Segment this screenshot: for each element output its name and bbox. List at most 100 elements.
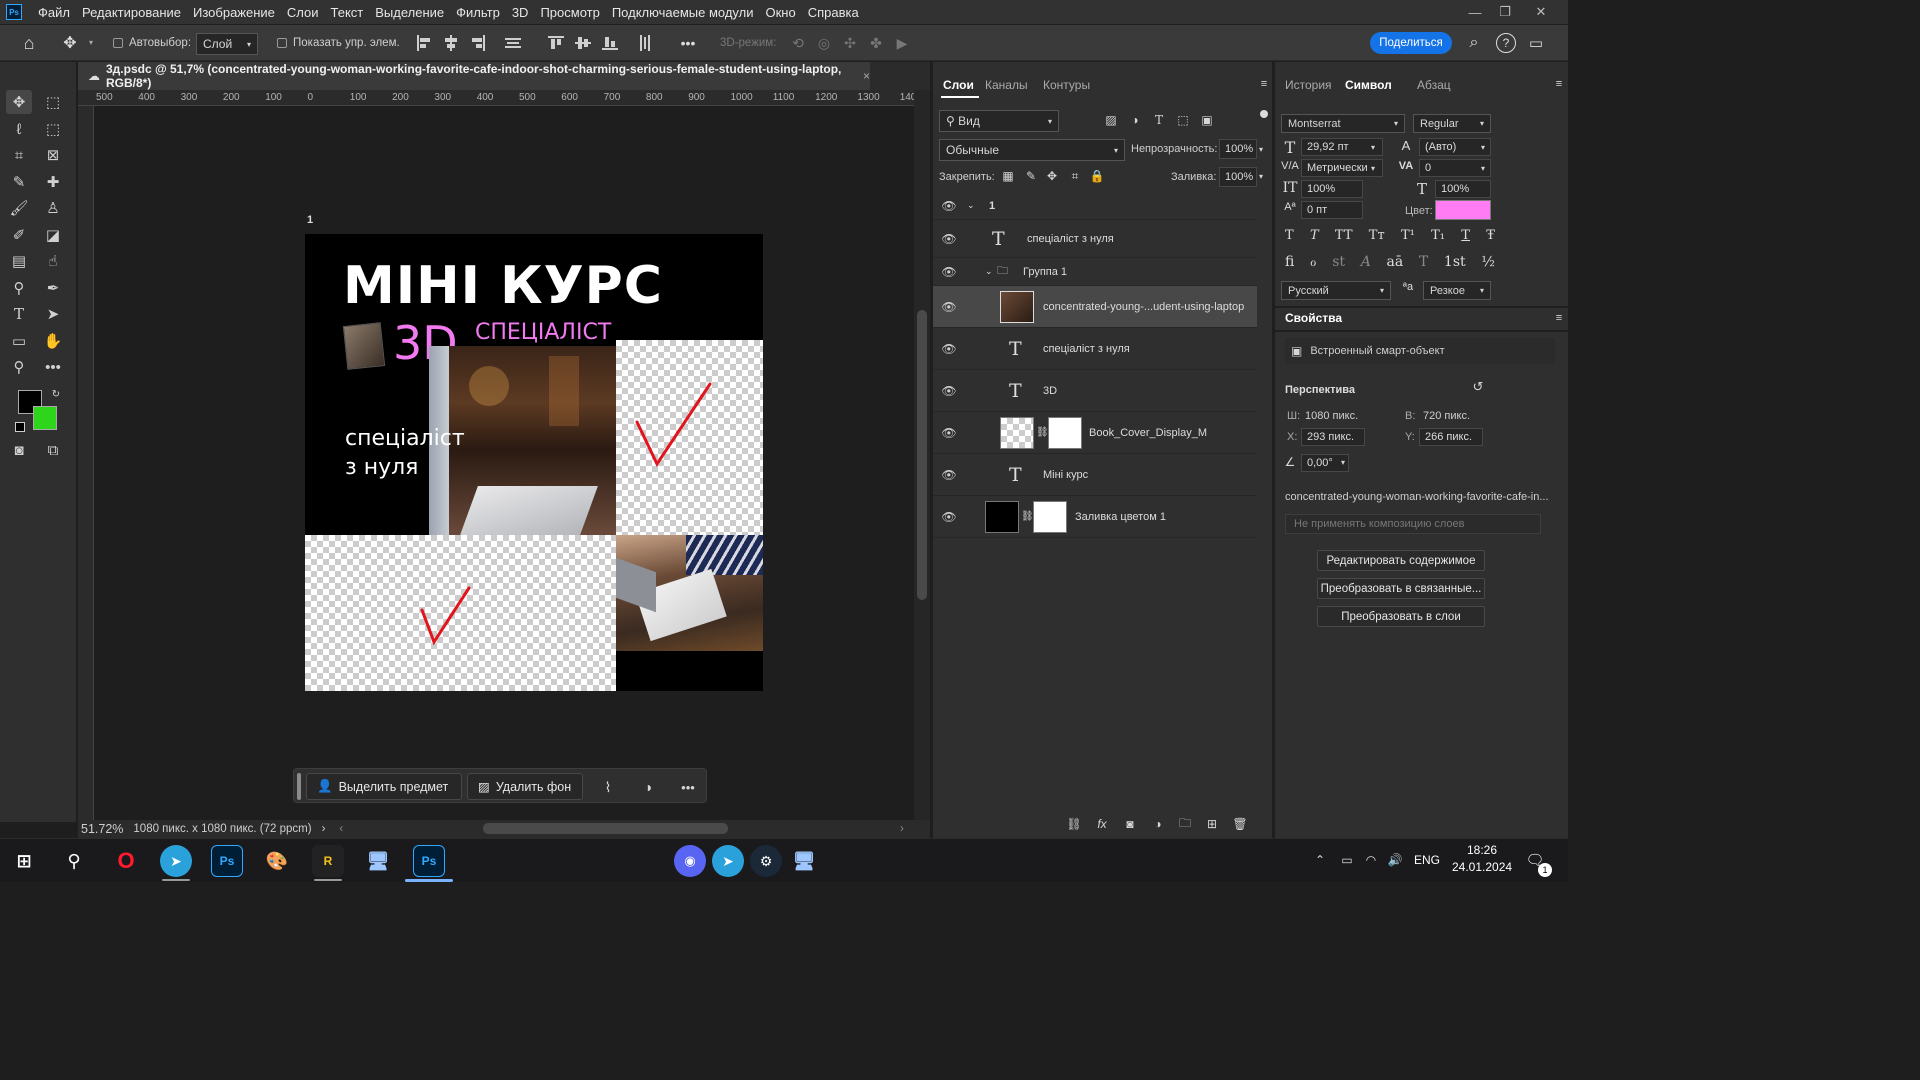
marquee-tool-icon[interactable]: ⬚: [40, 90, 66, 114]
panel-menu-icon[interactable]: ≡: [1553, 312, 1565, 324]
select-subject-button[interactable]: 👤 Выделить предмет: [306, 773, 462, 800]
font-style-dropdown[interactable]: Regular ▾: [1413, 114, 1491, 133]
layer-row-smart-selected[interactable]: 👁 concentrated-young-...udent-using-lapt…: [933, 286, 1257, 328]
align-center-h-icon[interactable]: [443, 35, 459, 51]
language-dropdown[interactable]: Русский ▾: [1281, 281, 1391, 300]
more-icon[interactable]: •••: [676, 777, 700, 797]
menu-plugins[interactable]: Подключаемые модули: [606, 5, 760, 20]
visibility-eye-icon[interactable]: 👁: [941, 199, 957, 213]
height-value[interactable]: 720 пикс.: [1423, 410, 1470, 422]
autoselect-checkbox[interactable]: Автовыбор:: [113, 33, 191, 53]
layer-row-fill[interactable]: 👁 ⛓ Заливка цветом 1: [933, 496, 1257, 538]
all-caps-icon[interactable]: TT: [1335, 228, 1353, 248]
chevron-down-icon[interactable]: ▾: [1371, 164, 1375, 173]
subscript-icon[interactable]: T₁: [1431, 228, 1445, 248]
telegram-tray-icon[interactable]: ➤: [712, 845, 744, 877]
screen-mode-icon[interactable]: ⧉: [40, 438, 66, 462]
distribute-icon[interactable]: [505, 35, 521, 51]
share-button[interactable]: Поделиться: [1370, 32, 1452, 54]
lock-pixels-icon[interactable]: ✎: [1023, 168, 1039, 184]
blend-mode-dropdown[interactable]: Обычные ▾: [939, 139, 1125, 161]
wifi-icon[interactable]: ◠: [1362, 851, 1380, 869]
show-controls-checkbox[interactable]: Показать упр. элем.: [277, 33, 400, 53]
zoom-level[interactable]: 51.72%: [81, 822, 123, 836]
filter-adjust-icon[interactable]: ◑: [1127, 112, 1143, 128]
underline-icon[interactable]: T: [1461, 228, 1470, 248]
transform-icon[interactable]: ⌇: [598, 777, 618, 797]
search-icon[interactable]: ⚲: [58, 845, 90, 877]
visibility-eye-icon[interactable]: 👁: [941, 426, 957, 440]
document-tab[interactable]: ☁ 3д.psdc @ 51,7% (concentrated-young-wo…: [78, 62, 870, 90]
titling-icon[interactable]: aā: [1387, 254, 1404, 276]
pen-tool-icon[interactable]: ✒: [40, 276, 66, 300]
align-middle-icon[interactable]: [575, 35, 591, 51]
opera-icon[interactable]: O: [110, 845, 142, 877]
book-cover-image[interactable]: [342, 322, 386, 370]
menu-window[interactable]: Окно: [759, 5, 801, 20]
small-caps-icon[interactable]: Tт: [1369, 228, 1385, 248]
layer-row-artboard[interactable]: 👁 ⌄ 1: [933, 192, 1257, 220]
align-top-icon[interactable]: [548, 35, 564, 51]
edit-contents-button[interactable]: Редактировать содержимое: [1317, 550, 1485, 571]
scroll-left-icon[interactable]: ‹: [339, 823, 343, 835]
menu-type[interactable]: Текст: [325, 5, 370, 20]
add-mask-icon[interactable]: ◙: [1121, 816, 1139, 832]
3d-camera-icon[interactable]: ▶: [892, 33, 912, 53]
artboard-label[interactable]: 1: [307, 214, 313, 226]
fill-field[interactable]: 100%: [1219, 167, 1257, 187]
path-select-icon[interactable]: ➤: [40, 302, 66, 326]
tab-character[interactable]: Символ: [1345, 78, 1392, 92]
text-color-swatch[interactable]: [1435, 200, 1491, 220]
menu-select[interactable]: Выделение: [369, 5, 450, 20]
alternates-icon[interactable]: T: [1419, 254, 1428, 276]
layer-row-smart-masked[interactable]: 👁 ⛓ Book_Cover_Display_M: [933, 412, 1257, 454]
move-tool-icon[interactable]: ✥: [60, 33, 80, 53]
scroll-right-icon[interactable]: ›: [900, 823, 904, 835]
fx-icon[interactable]: fx: [1093, 816, 1111, 832]
filter-type-icon[interactable]: T: [1151, 112, 1167, 128]
filter-shape-icon[interactable]: ⬚: [1175, 112, 1191, 128]
antialias-dropdown[interactable]: Резкое ▾: [1423, 281, 1491, 300]
layer-row-group[interactable]: 👁 ⌄ 🗀 Группа 1: [933, 258, 1257, 286]
chevron-down-icon[interactable]: ▾: [1259, 172, 1263, 181]
visibility-eye-icon[interactable]: 👁: [941, 265, 957, 279]
align-bottom-icon[interactable]: [602, 35, 618, 51]
faux-bold-icon[interactable]: T: [1285, 228, 1294, 248]
new-group-icon[interactable]: 🗀: [1176, 816, 1194, 832]
link-icon[interactable]: ⛓: [1036, 427, 1049, 438]
lock-position-icon[interactable]: ✥: [1044, 168, 1060, 184]
layer-row-text[interactable]: 👁 T спеціаліст з нуля: [933, 220, 1257, 258]
workspace-icon[interactable]: ▭: [1526, 33, 1546, 53]
language-indicator[interactable]: ENG: [1414, 853, 1440, 867]
chevron-down-icon[interactable]: ▾: [1481, 164, 1485, 173]
help-icon[interactable]: ?: [1496, 33, 1516, 53]
chevron-down-icon[interactable]: ▾: [1371, 143, 1375, 152]
remove-bg-button[interactable]: ▨ Удалить фон: [467, 773, 583, 800]
ordinal-icon[interactable]: 1st: [1444, 254, 1466, 276]
visibility-eye-icon[interactable]: 👁: [941, 342, 957, 356]
new-layer-icon[interactable]: ⊞: [1203, 816, 1221, 832]
filter-pixel-icon[interactable]: ▨: [1103, 112, 1119, 128]
menu-filter[interactable]: Фильтр: [450, 5, 506, 20]
discord-icon[interactable]: ◉: [674, 845, 706, 877]
visibility-eye-icon[interactable]: 👁: [941, 300, 957, 314]
menu-edit[interactable]: Редактирование: [76, 5, 187, 20]
link-layers-icon[interactable]: ⛓: [1065, 816, 1083, 832]
3d-slide-icon[interactable]: ✤: [866, 33, 886, 53]
chevron-up-icon[interactable]: ⌃: [1312, 851, 1328, 869]
width-value[interactable]: 1080 пикс.: [1305, 410, 1358, 422]
palette-app-icon[interactable]: 🎨: [261, 845, 293, 877]
eyedropper-icon[interactable]: ✎: [6, 170, 32, 194]
clock[interactable]: 18:26 24.01.2024: [1452, 843, 1512, 874]
photoshop-app-icon[interactable]: Ps: [211, 845, 243, 877]
smudge-tool-icon[interactable]: ☝: [40, 249, 66, 273]
autoselect-dropdown[interactable]: Слой ▾: [196, 33, 258, 55]
convert-linked-button[interactable]: Преобразовать в связанные...: [1317, 578, 1485, 599]
telegram-icon[interactable]: ➤: [160, 845, 192, 877]
menu-layers[interactable]: Слои: [281, 5, 325, 20]
headline-text[interactable]: МІНІ КУРС: [343, 256, 663, 316]
frame-tool-icon[interactable]: ⊠: [40, 143, 66, 167]
chevron-down-icon[interactable]: ▾: [1481, 143, 1485, 152]
chevron-down-icon[interactable]: ⌄: [985, 266, 993, 277]
3d-orbit-icon[interactable]: ⟲: [788, 33, 808, 53]
